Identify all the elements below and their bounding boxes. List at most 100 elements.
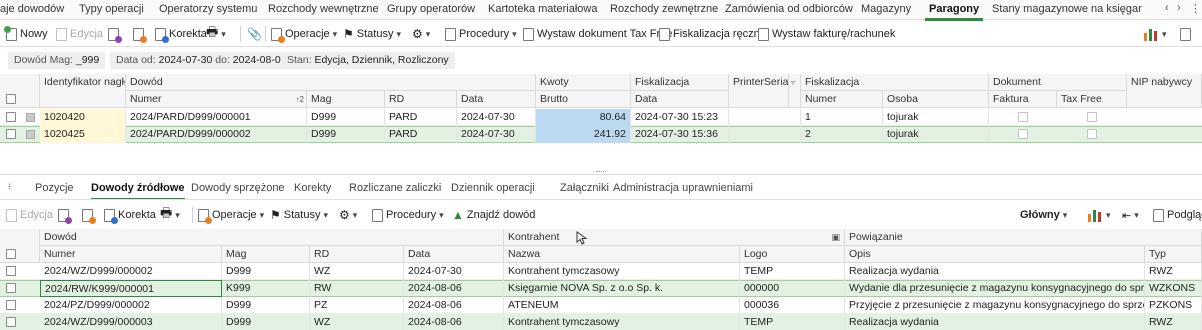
col-faktura[interactable]: Faktura	[989, 91, 1057, 108]
filter-chip-dowod[interactable]: Dowód Mag: _999	[8, 52, 106, 69]
cell-opis[interactable]: Przyjęcie z przesunięcie z magazynu kons…	[845, 297, 1145, 314]
cell-numer[interactable]: 2024/WZ/D999/000002	[40, 263, 222, 280]
cell-data[interactable]: 2024-07-30	[457, 109, 536, 126]
layout-button[interactable]	[1180, 25, 1191, 43]
attach-button[interactable]: 📎	[247, 25, 262, 43]
col-tax-free[interactable]: Tax Free	[1057, 91, 1127, 108]
col-nip-nabywcy[interactable]: NIP nabywcy	[1127, 74, 1202, 108]
cell-data[interactable]: 2024-08-06	[404, 280, 504, 297]
cell-numer[interactable]: 2024/WZ/D999/000003	[40, 314, 222, 330]
col-fiskalizacja-data[interactable]: Data	[631, 91, 729, 108]
col-opis[interactable]: Opis	[845, 246, 1145, 263]
subtab-dowody-sprzezone[interactable]: Dowody sprzężone	[191, 182, 285, 194]
cell-rd[interactable]: PARD	[385, 126, 457, 143]
col-brutto[interactable]: Brutto	[536, 91, 631, 108]
cell-logo[interactable]: 000000	[740, 280, 845, 297]
sub-delete-button[interactable]	[58, 206, 72, 224]
cell-typ[interactable]: RWZ	[1145, 314, 1202, 330]
col-data[interactable]: Data	[457, 91, 536, 108]
cell-id[interactable]: 1020420	[40, 109, 126, 126]
filter-icon-cell[interactable]: ▿	[789, 74, 801, 108]
cell-rd[interactable]: WZ	[310, 263, 404, 280]
select-all-checkbox[interactable]	[6, 249, 16, 259]
cell-printer-serial[interactable]	[729, 109, 801, 126]
cell-data[interactable]: 2024-07-30	[404, 263, 504, 280]
faktura-checkbox[interactable]	[1018, 112, 1028, 122]
tab-grupy-operatorow[interactable]: Grupy operatorów	[387, 0, 475, 20]
col-mag[interactable]: Mag	[222, 246, 310, 263]
subtab-korekty[interactable]: Korekty	[294, 182, 331, 194]
cell-data[interactable]: 2024-08-06	[404, 297, 504, 314]
cell-opis[interactable]: Wydanie dla przesunięcie z magazynu kons…	[845, 280, 1145, 297]
cell-numer[interactable]: 2024/PARD/D999/000001	[126, 109, 307, 126]
cell-typ[interactable]: PZKONS	[1145, 297, 1202, 314]
podglad-button[interactable]: Podgląd	[1153, 206, 1202, 224]
col-logo[interactable]: Logo	[740, 246, 845, 263]
tax-free-checkbox[interactable]	[1087, 129, 1097, 139]
sub-chart-button[interactable]: ▾	[1087, 206, 1111, 224]
tab-paragony[interactable]: Paragony	[924, 0, 984, 21]
column-chooser-icon[interactable]: ▣	[831, 229, 840, 245]
cell-logo[interactable]: TEMP	[740, 263, 845, 280]
cell-numer[interactable]: 2024/PZ/D999/000002	[40, 297, 222, 314]
fiskalizacja-reczna-button[interactable]: Fiskalizacja ręczna	[659, 25, 766, 43]
znajdz-dowod-button[interactable]: ▲ Znajdź dowód	[452, 206, 535, 224]
cell-brutto[interactable]: 80.64	[536, 109, 631, 126]
cell-brutto[interactable]: 241.92	[536, 126, 631, 143]
edycja-button[interactable]: Edycja	[56, 25, 103, 43]
filter-chip-data[interactable]: Data od: 2024-07-30 do: 2024-08-06	[110, 52, 293, 69]
tab-stany-magazynowe[interactable]: Stany magazynowe na księgarniach	[992, 0, 1142, 20]
cell-fiskalizacja-numer[interactable]: 2	[801, 126, 883, 143]
faktura-checkbox[interactable]	[1018, 129, 1028, 139]
row-checkbox[interactable]	[6, 266, 16, 276]
wystaw-fakture-button[interactable]: Wystaw fakturę/rachunek	[758, 25, 895, 43]
tab-rozchody-zewnetrzne[interactable]: Rozchody zewnętrzne	[610, 0, 718, 20]
cell-fiskalizacja-data[interactable]: 2024-07-30 15:23	[631, 109, 729, 126]
sub-edycja-button[interactable]: Edycja	[6, 206, 53, 224]
cell-opis[interactable]: Realizacja wydania	[845, 263, 1145, 280]
cell-data[interactable]: 2024-08-06	[404, 314, 504, 330]
cell-logo[interactable]: 000036	[740, 297, 845, 314]
row-checkbox[interactable]	[6, 283, 16, 293]
cell-numer-focused[interactable]: 2024/RW/K999/000001	[40, 280, 222, 297]
cell-rd[interactable]: WZ	[310, 314, 404, 330]
row-checkbox[interactable]	[6, 300, 16, 310]
row-checkbox[interactable]	[6, 112, 16, 122]
procedury-button[interactable]: Procedury ▾	[445, 25, 517, 43]
cell-typ[interactable]: RWZ	[1145, 263, 1202, 280]
tab-next-icon[interactable]: ›	[1177, 2, 1181, 14]
cell-fiskalizacja-data[interactable]: 2024-07-30 15:36	[631, 126, 729, 143]
sub-statusy-button[interactable]: ⚑ Statusy ▾	[270, 206, 328, 224]
subtab-collapse-icon[interactable]: ⁝	[8, 182, 11, 193]
col-numer[interactable]: Numer	[40, 246, 222, 263]
filter-chip-stan[interactable]: Stan: Edycja, Dziennik, Rozliczony	[281, 52, 455, 69]
splitter-grip-icon[interactable]	[596, 171, 606, 175]
select-all-checkbox[interactable]	[6, 94, 16, 104]
subtab-pozycje[interactable]: Pozycje	[35, 182, 74, 194]
col-nazwa[interactable]: Nazwa	[504, 246, 740, 263]
col-numer[interactable]: Numer ↑2	[126, 91, 307, 108]
cell-fiskalizacja-numer[interactable]: 1	[801, 109, 883, 126]
cell-logo[interactable]: TEMP	[740, 314, 845, 330]
sub-functions-button[interactable]: ⚙ ▾	[339, 206, 357, 224]
cell-typ[interactable]: WZKONS	[1145, 280, 1202, 297]
tab-more-icon[interactable]: ⋮	[1190, 2, 1201, 15]
delete-doc-button[interactable]	[108, 25, 122, 43]
cell-osoba[interactable]: tojurak	[883, 126, 989, 143]
cell-nazwa[interactable]: Kontrahent tymczasowy	[504, 263, 740, 280]
cell-rd[interactable]: PARD	[385, 109, 457, 126]
cell-mag[interactable]: D999	[222, 314, 310, 330]
cell-mag[interactable]: D999	[222, 297, 310, 314]
tab-rozchody-wewnetrzne[interactable]: Rozchody wewnętrzne	[268, 0, 379, 20]
cell-id[interactable]: 1020425	[40, 126, 126, 143]
operacje-button[interactable]: Operacje ▾	[271, 25, 337, 43]
subtab-zalaczniki[interactable]: Załączniki	[560, 182, 609, 194]
col-identyfikator[interactable]: Identyfikator nagłów	[40, 74, 126, 108]
col-mag[interactable]: Mag	[307, 91, 385, 108]
tab-typy-operacji[interactable]: Typy operacji	[79, 0, 144, 20]
nowy-button[interactable]: Nowy	[4, 25, 48, 43]
tab-operatorzy-systemu[interactable]: Operatorzy systemu	[159, 0, 257, 20]
korekta-button[interactable]: Korekta	[155, 25, 207, 43]
col-rd[interactable]: RD	[385, 91, 457, 108]
cell-nazwa[interactable]: Księgarnie NOVA Sp. z o.o Sp. k.	[504, 280, 740, 297]
